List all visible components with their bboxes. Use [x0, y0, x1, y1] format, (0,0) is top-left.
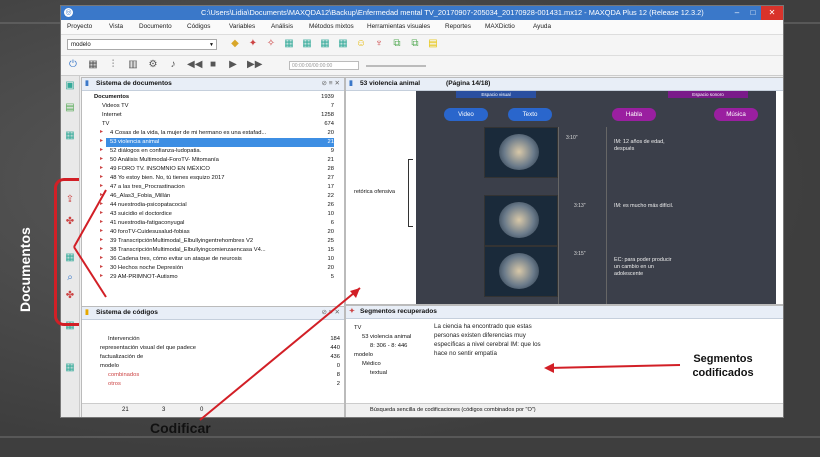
annotation-arrows [73, 189, 681, 421]
annotation-arrow [73, 246, 107, 298]
segmentos-arrow [547, 364, 681, 369]
codificar-annotation: Codificar [150, 420, 211, 436]
arrow-head [544, 363, 554, 373]
annotation-arrow [73, 189, 107, 248]
arrow-head [350, 288, 360, 298]
codificar-arrow [199, 287, 361, 421]
segmentos-annotation: Segmentos codificados [692, 353, 754, 379]
